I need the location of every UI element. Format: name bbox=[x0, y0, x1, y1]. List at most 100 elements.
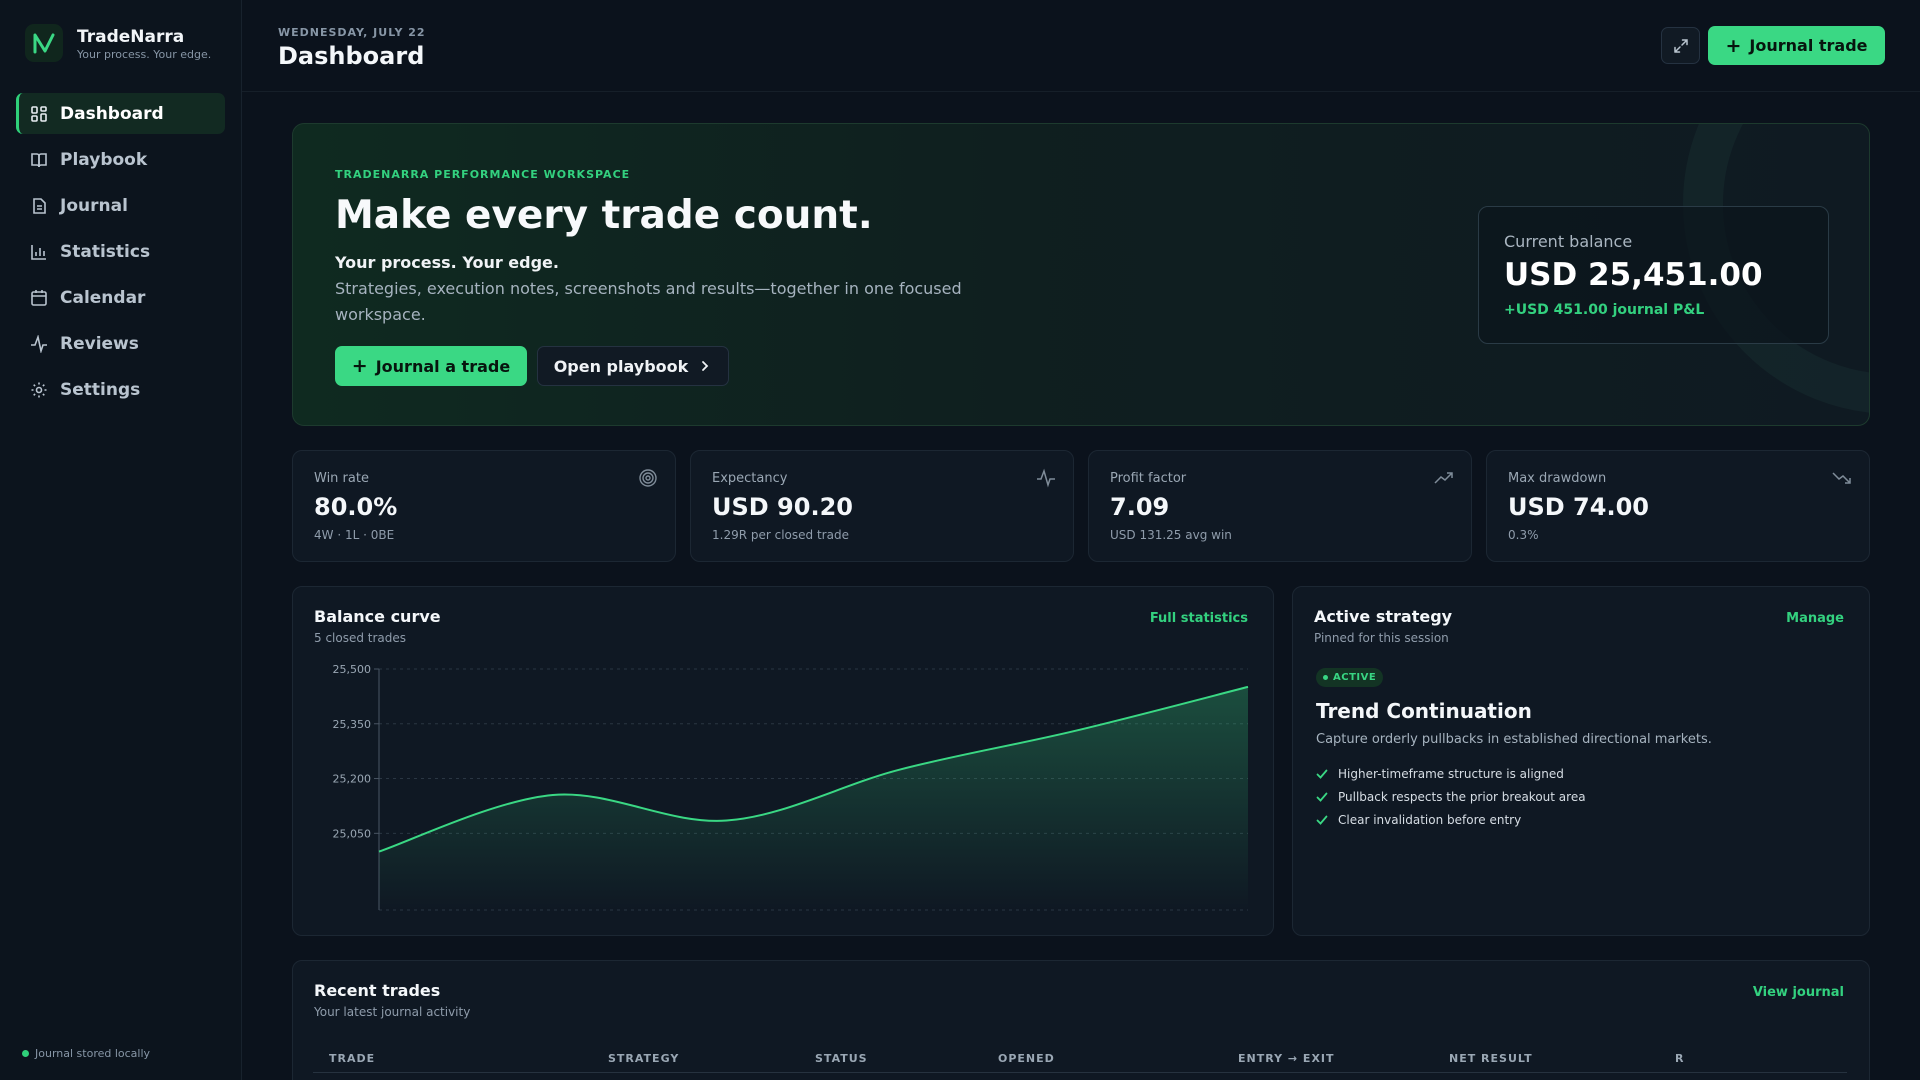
rule-text: Clear invalidation before entry bbox=[1338, 812, 1522, 827]
chevron-right-icon bbox=[702, 361, 709, 371]
check-icon bbox=[1316, 769, 1328, 779]
active-strategy-panel: Active strategy Pinned for this session … bbox=[1292, 586, 1870, 936]
stat-label: Win rate bbox=[314, 471, 369, 486]
stat-card-expectancy: Expectancy USD 90.20 1.29R per closed tr… bbox=[690, 450, 1074, 562]
brand-name: TradeNarra bbox=[77, 26, 185, 47]
y-tick-label: 25,050 bbox=[333, 827, 372, 840]
sidebar-item-calendar[interactable]: Calendar bbox=[16, 277, 225, 318]
stat-label: Profit factor bbox=[1110, 471, 1187, 486]
stat-card-profit-factor: Profit factor 7.09 USD 131.25 avg win bbox=[1088, 450, 1472, 562]
sidebar-item-label: Settings bbox=[60, 379, 141, 400]
grid-icon bbox=[31, 105, 47, 122]
sidebar-item-label: Reviews bbox=[60, 333, 139, 354]
stat-value: 80.0% bbox=[314, 493, 398, 521]
table-header: TRADE STRATEGY STATUS OPENED ENTRY → EXI… bbox=[313, 1044, 1847, 1073]
balance-curve-panel: Balance curve 5 closed trades Full stati… bbox=[292, 586, 1274, 936]
hero-title: Make every trade count. bbox=[335, 193, 873, 238]
gear-icon bbox=[31, 382, 47, 397]
column-header-trade[interactable]: TRADE bbox=[329, 1052, 375, 1065]
target-icon bbox=[639, 469, 657, 487]
sidebar-item-label: Statistics bbox=[60, 241, 151, 262]
sidebar-item-reviews[interactable]: Reviews bbox=[16, 323, 225, 364]
y-tick-label: 25,350 bbox=[333, 718, 372, 731]
column-header-opened[interactable]: OPENED bbox=[998, 1052, 1055, 1065]
panel-title: Recent trades bbox=[314, 981, 441, 1000]
status-badge-label: ACTIVE bbox=[1333, 672, 1377, 683]
activity-icon bbox=[31, 334, 47, 353]
stat-value: USD 74.00 bbox=[1508, 493, 1649, 521]
list-item: Pullback respects the prior breakout are… bbox=[1316, 785, 1586, 808]
check-icon bbox=[1316, 815, 1328, 825]
sidebar: TradeNarra Your process. Your edge. Dash… bbox=[0, 0, 242, 1080]
strategy-rules: Higher-timeframe structure is aligned Pu… bbox=[1316, 762, 1586, 831]
rule-text: Pullback respects the prior breakout are… bbox=[1338, 789, 1586, 804]
sidebar-item-statistics[interactable]: Statistics bbox=[16, 231, 225, 272]
status-dot bbox=[1323, 675, 1328, 680]
sidebar-item-label: Journal bbox=[60, 195, 128, 216]
balance-label: Current balance bbox=[1504, 232, 1633, 251]
storage-status: Journal stored locally bbox=[22, 1047, 150, 1060]
column-header-net-result[interactable]: NET RESULT bbox=[1449, 1052, 1533, 1065]
status-badge: ACTIVE bbox=[1316, 668, 1384, 687]
open-playbook-label: Open playbook bbox=[553, 356, 689, 376]
stat-card-win-rate: Win rate 80.0% 4W · 1L · 0BE bbox=[292, 450, 676, 562]
column-header-status[interactable]: STATUS bbox=[815, 1052, 868, 1065]
sidebar-item-playbook[interactable]: Playbook bbox=[16, 139, 225, 180]
journal-a-trade-label: Journal a trade bbox=[375, 356, 511, 376]
logo-icon bbox=[25, 24, 63, 62]
calendar-icon bbox=[31, 289, 47, 306]
stat-value: 7.09 bbox=[1110, 493, 1170, 521]
list-item: Higher-timeframe structure is aligned bbox=[1316, 762, 1586, 785]
journal-a-trade-button[interactable]: + Journal a trade bbox=[335, 346, 527, 386]
hero-description: Strategies, execution notes, screenshots… bbox=[335, 279, 962, 324]
y-tick-label: 25,200 bbox=[333, 773, 372, 786]
column-header-strategy[interactable]: STRATEGY bbox=[608, 1052, 679, 1065]
stat-value: USD 90.20 bbox=[712, 493, 853, 521]
journal-trade-button[interactable]: + Journal trade bbox=[1708, 26, 1885, 65]
sidebar-item-label: Dashboard bbox=[60, 103, 164, 124]
trending-up-icon bbox=[1434, 472, 1453, 484]
column-header-entry-exit[interactable]: ENTRY → EXIT bbox=[1238, 1052, 1335, 1065]
recent-trades-panel: Recent trades Your latest journal activi… bbox=[292, 960, 1870, 1080]
sidebar-item-label: Calendar bbox=[60, 287, 146, 308]
pulse-icon bbox=[1037, 468, 1055, 488]
stat-sub: 4W · 1L · 0BE bbox=[314, 528, 395, 542]
sidebar-nav: Dashboard Playbook Journal Statistics Ca… bbox=[16, 93, 225, 415]
rule-text: Higher-timeframe structure is aligned bbox=[1338, 766, 1564, 781]
panel-title: Active strategy bbox=[1314, 607, 1453, 626]
list-item: Clear invalidation before entry bbox=[1316, 808, 1586, 831]
stat-sub: USD 131.25 avg win bbox=[1110, 528, 1232, 542]
page-title: Dashboard bbox=[278, 42, 425, 70]
view-journal-link[interactable]: View journal bbox=[1753, 985, 1844, 1000]
stat-sub: 0.3% bbox=[1508, 528, 1539, 542]
strategy-description: Capture orderly pullbacks in established… bbox=[1316, 732, 1712, 747]
panel-subtitle: Pinned for this session bbox=[1314, 631, 1449, 645]
column-header-r[interactable]: R bbox=[1675, 1052, 1684, 1065]
file-text-icon bbox=[33, 197, 46, 214]
stat-label: Max drawdown bbox=[1508, 471, 1607, 486]
fullscreen-button[interactable] bbox=[1661, 27, 1700, 64]
brand[interactable]: TradeNarra Your process. Your edge. bbox=[25, 24, 211, 62]
book-icon bbox=[31, 152, 47, 167]
current-date: WEDNESDAY, JULY 22 bbox=[278, 26, 426, 39]
hero-eyebrow: TRADENARRA PERFORMANCE WORKSPACE bbox=[335, 168, 631, 181]
bar-chart-icon bbox=[31, 244, 46, 260]
manage-strategy-link[interactable]: Manage bbox=[1786, 611, 1844, 626]
sidebar-item-journal[interactable]: Journal bbox=[16, 185, 225, 226]
balance-chart: 25,050 25,200 25,350 25,500 bbox=[333, 663, 1249, 911]
panel-subtitle: Your latest journal activity bbox=[314, 1005, 471, 1019]
storage-status-text: Journal stored locally bbox=[35, 1047, 151, 1060]
trending-down-icon bbox=[1832, 472, 1851, 484]
status-dot bbox=[22, 1050, 29, 1057]
sidebar-item-dashboard[interactable]: Dashboard bbox=[16, 93, 225, 134]
stat-sub: 1.29R per closed trade bbox=[712, 528, 849, 542]
open-playbook-button[interactable]: Open playbook bbox=[537, 346, 729, 386]
hero-subtitle: Your process. Your edge. bbox=[335, 253, 559, 272]
journal-trade-label: Journal trade bbox=[1749, 36, 1868, 55]
balance-value: USD 25,451.00 bbox=[1504, 257, 1763, 293]
sidebar-item-settings[interactable]: Settings bbox=[16, 369, 225, 410]
journal-pnl: +USD 451.00 journal P&L bbox=[1504, 302, 1705, 318]
stat-card-max-drawdown: Max drawdown USD 74.00 0.3% bbox=[1486, 450, 1870, 562]
expand-icon bbox=[1673, 38, 1688, 53]
stat-label: Expectancy bbox=[712, 471, 788, 486]
